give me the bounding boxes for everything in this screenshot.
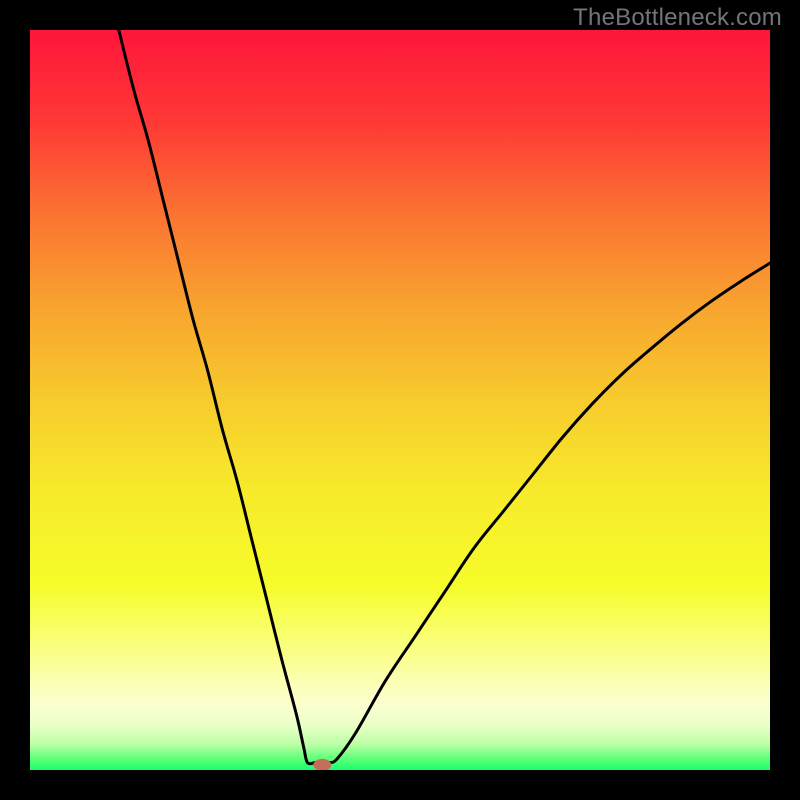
watermark-text: TheBottleneck.com	[573, 4, 782, 32]
chart-plot	[30, 30, 770, 770]
chart-container: TheBottleneck.com	[0, 0, 800, 800]
